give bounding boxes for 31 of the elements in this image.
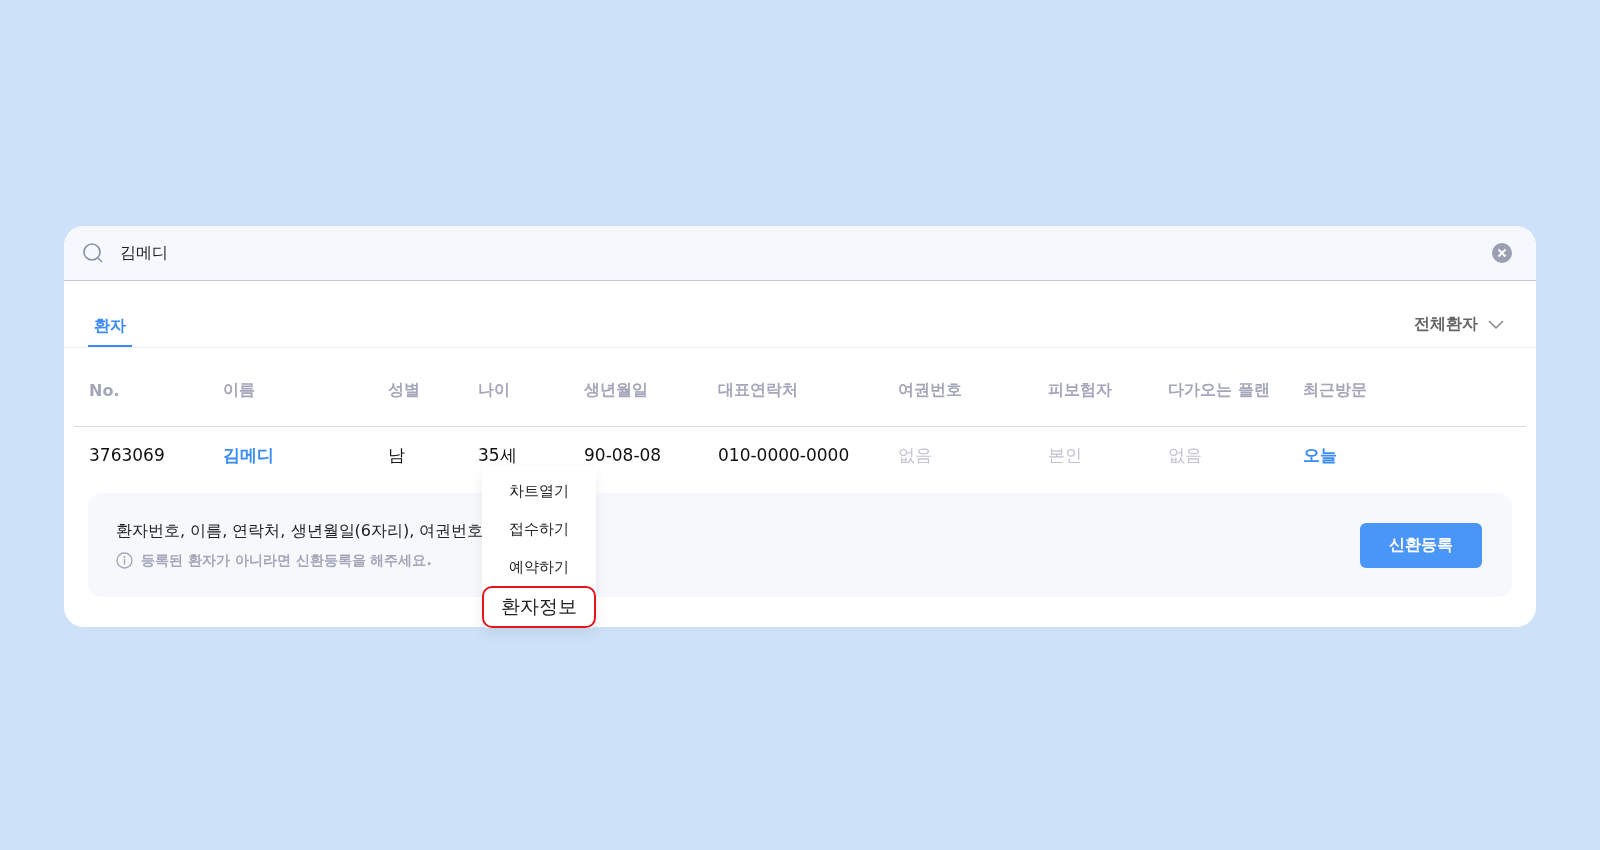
menu-item[interactable]: 환자정보 [482, 586, 596, 628]
table-cell-text: 010-0000-0000 [718, 445, 851, 465]
column-header: 여권번호 [898, 379, 963, 401]
table-cell-text: 없음 [1168, 443, 1203, 467]
table-cell-text: 35세 [478, 443, 518, 467]
filter-dropdown[interactable]: 전체환자 [1414, 314, 1504, 335]
table-cell-text: 본인 [1048, 443, 1083, 467]
column-header: 대표연락처 [718, 379, 799, 401]
table-cell-text: 90-08-08 [584, 445, 663, 465]
menu-item[interactable]: 접수하기 [509, 510, 569, 548]
column-header: 이름 [223, 379, 256, 401]
clear-icon[interactable] [1492, 243, 1512, 263]
table-cell-text: 3763069 [89, 445, 166, 465]
chevron-down-icon [1488, 319, 1504, 330]
column-header: 다가오는 플랜 [1168, 379, 1271, 401]
column-header: 성별 [388, 379, 421, 401]
column-header: 생년월일 [584, 379, 649, 401]
help-text: 환자번호, 이름, 연락처, 생년월일(6자리), 여권번호 [116, 520, 484, 542]
column-header: 피보험자 [1048, 379, 1113, 401]
table-cell-text: 남 [388, 443, 406, 467]
column-header: 최근방문 [1303, 379, 1368, 401]
menu-item[interactable]: 예약하기 [509, 548, 569, 586]
search-field[interactable]: 김메디 [64, 226, 1536, 281]
search-input[interactable]: 김메디 [118, 242, 1478, 264]
menu-item[interactable]: 차트열기 [509, 472, 569, 510]
note-text: 등록된 환자가 아니라면 신환등록을 해주세요. [141, 551, 432, 570]
table-cell-text: 없음 [898, 443, 933, 467]
column-header: No. [89, 380, 121, 400]
search-icon [82, 242, 104, 264]
column-header: 나이 [478, 379, 511, 401]
info-icon [116, 552, 133, 569]
